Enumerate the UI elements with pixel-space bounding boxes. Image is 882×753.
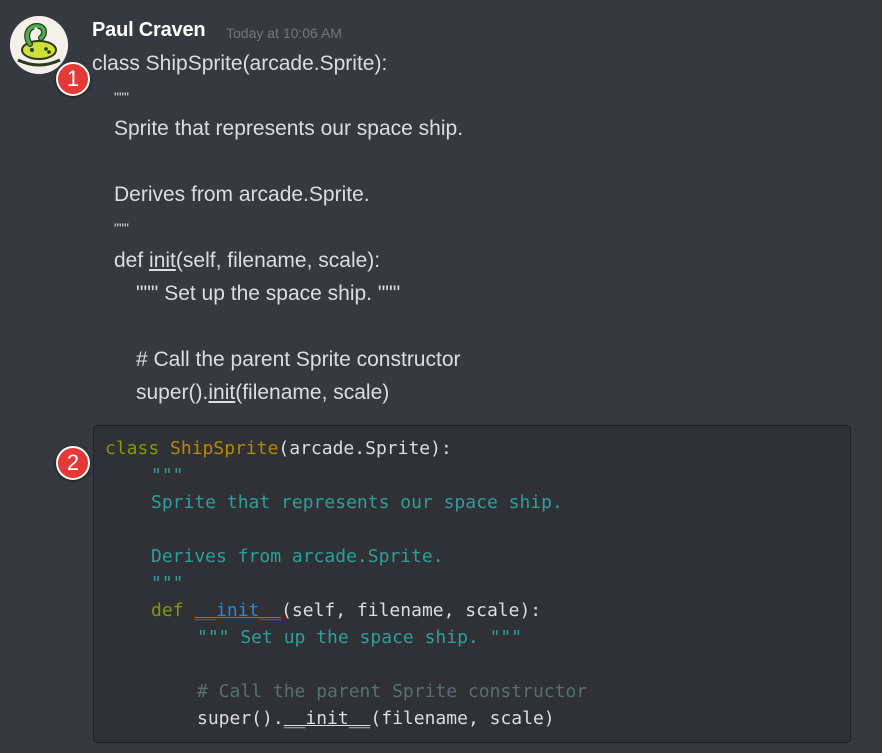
code-class-name: ShipSprite (170, 438, 279, 459)
super-call-prefix: super(). (136, 381, 209, 404)
message-line-def-init: def init(self, filename, scale): (114, 248, 380, 274)
code-super-init: __init__ (283, 708, 371, 729)
code-line-9: super().__init__(filename, scale) (197, 707, 555, 731)
message-line-super-call: super().init(filename, scale) (136, 380, 389, 406)
code-super-args: (filename, scale) (370, 708, 555, 729)
annotation-badge-2: 2 (56, 446, 90, 480)
user-avatar[interactable] (10, 16, 68, 74)
code-class-base: (arcade.Sprite): (278, 438, 452, 459)
underlined-super-init-text: init (208, 381, 236, 404)
code-line-7: """ Set up the space ship. """ (197, 627, 523, 648)
code-function-name: __init__ (194, 600, 282, 621)
code-line-2: """ (151, 465, 184, 486)
code-super-prefix: super(). (197, 708, 284, 729)
def-args-text: (self, filename, scale): (175, 249, 381, 272)
code-line-8: # Call the parent Sprite constructor (197, 681, 588, 702)
message-line-docstring-close: """ (114, 220, 129, 236)
code-keyword-def: def (151, 600, 184, 621)
code-line-1: class ShipSprite(arcade.Sprite): (105, 437, 452, 461)
code-keyword-class: class (105, 438, 160, 459)
code-line-4: Derives from arcade.Sprite. (151, 546, 444, 567)
message-line-docstring-derives: Derives from arcade.Sprite. (114, 183, 370, 206)
underlined-init-text: init (149, 249, 176, 272)
code-block[interactable]: class ShipSprite(arcade.Sprite): """ Spr… (93, 425, 851, 743)
snake-gamepad-logo-icon (10, 16, 68, 74)
message-line-class-def: class ShipSprite(arcade.Sprite): (92, 52, 388, 75)
def-keyword-text: def (114, 249, 150, 272)
code-line-5: """ (151, 573, 184, 594)
annotation-badge-1: 1 (56, 62, 90, 96)
message-line-comment: # Call the parent Sprite constructor (136, 348, 461, 371)
code-line-6: def __init__(self, filename, scale): (151, 599, 541, 623)
message-timestamp: Today at 10:06 AM (226, 25, 342, 41)
message-author-name[interactable]: Paul Craven (92, 19, 206, 42)
message-line-docstring-open: """ (114, 89, 129, 105)
super-call-args: (filename, scale) (235, 381, 390, 404)
code-line-3: Sprite that represents our space ship. (151, 492, 563, 513)
code-function-args: (self, filename, scale): (281, 600, 542, 621)
message-line-docstring-text: Sprite that represents our space ship. (114, 117, 464, 140)
message-line-init-docstring: """ Set up the space ship. """ (136, 282, 401, 305)
